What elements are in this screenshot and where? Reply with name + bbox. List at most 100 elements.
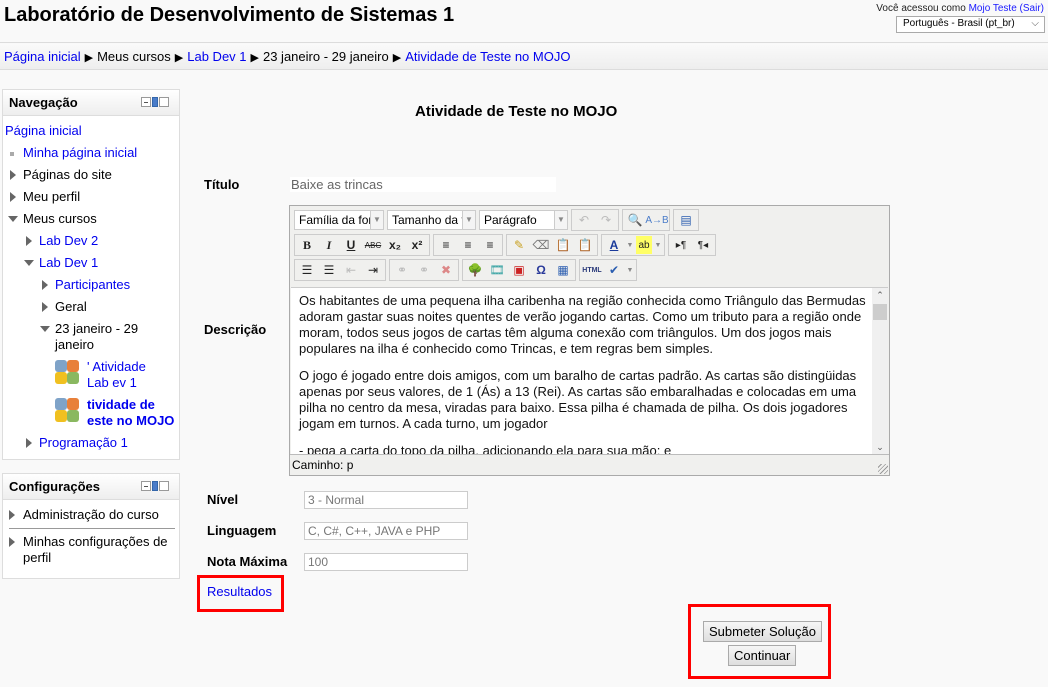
special-char-omega-icon[interactable]: Ω: [531, 261, 551, 279]
highlight-color-icon[interactable]: ab: [636, 236, 652, 254]
paste-word-icon[interactable]: 📋: [575, 236, 595, 254]
nota-maxima-field[interactable]: 100: [304, 553, 468, 571]
outdent-icon[interactable]: ⇤: [341, 261, 361, 279]
collapse-icon[interactable]: [141, 97, 151, 107]
nav-item-label[interactable]: 23 janeiro - 29 janeiro: [55, 321, 138, 352]
logout-link[interactable]: (Sair): [1020, 3, 1044, 14]
nav-item-lab-dev-2[interactable]: Lab Dev 2: [5, 230, 179, 252]
user-profile-link[interactable]: Mojo Teste: [969, 3, 1017, 14]
align-center-icon[interactable]: ≡: [458, 236, 478, 254]
nav-item-activity-lab[interactable]: ' Atividade Lab ev 1: [5, 356, 171, 394]
nav-item-programacao-1[interactable]: Programação 1: [5, 432, 179, 454]
submit-solution-button[interactable]: Submeter Solução: [703, 621, 822, 642]
expand-arrow-icon[interactable]: [9, 537, 15, 547]
html-source-icon[interactable]: HTML: [582, 261, 602, 279]
dock-frame-icon[interactable]: [159, 97, 169, 107]
breadcrumb-course[interactable]: Lab Dev 1: [187, 49, 246, 64]
chevron-down-icon[interactable]: ▼: [626, 261, 634, 279]
remove-format-eraser-icon[interactable]: ⌫: [531, 236, 551, 254]
nav-item-label[interactable]: Página inicial: [5, 123, 82, 138]
chevron-down-icon[interactable]: ▼: [626, 236, 634, 254]
collapse-arrow-icon[interactable]: [24, 260, 34, 266]
bullet-list-icon[interactable]: ☰: [297, 261, 317, 279]
redo-icon[interactable]: ↷: [596, 211, 616, 229]
settings-item-profile-settings[interactable]: Minhas configurações de perfil: [3, 531, 173, 569]
insert-table-icon[interactable]: ▦: [553, 261, 573, 279]
nav-item-activity-mojo[interactable]: tividade de este no MOJO: [5, 394, 175, 432]
scroll-up-icon[interactable]: ⌃: [872, 288, 888, 302]
nav-item-home[interactable]: Página inicial: [5, 120, 179, 142]
resize-grip-icon[interactable]: [878, 464, 888, 474]
undo-icon[interactable]: ↶: [574, 211, 594, 229]
nav-item-my-home[interactable]: Minha página inicial: [5, 142, 179, 164]
scrollbar-thumb[interactable]: [873, 304, 887, 320]
nav-item-participants[interactable]: Participantes: [5, 274, 179, 296]
breadcrumb-activity[interactable]: Atividade de Teste no MOJO: [405, 49, 570, 64]
nav-item-label[interactable]: Meus cursos: [23, 211, 97, 226]
nav-item-label[interactable]: tividade de este no MOJO: [87, 397, 174, 428]
underline-icon[interactable]: U: [341, 236, 361, 254]
bold-icon[interactable]: B: [297, 236, 317, 254]
nonbreaking-icon[interactable]: ▣: [509, 261, 529, 279]
collapse-icon[interactable]: [141, 481, 151, 491]
expand-arrow-icon[interactable]: [26, 438, 32, 448]
nav-item-lab-dev-1[interactable]: Lab Dev 1: [5, 252, 179, 274]
italic-icon[interactable]: I: [319, 236, 339, 254]
nav-item-site-pages[interactable]: Páginas do site: [5, 164, 179, 186]
nav-item-label[interactable]: Lab Dev 1: [39, 255, 98, 270]
language-select[interactable]: Português - Brasil (pt_br) ⌵: [896, 16, 1045, 33]
nav-item-label[interactable]: Meu perfil: [23, 189, 80, 204]
collapse-arrow-icon[interactable]: [8, 216, 18, 222]
strikethrough-icon[interactable]: ABC: [363, 236, 383, 254]
nav-item-profile[interactable]: Meu perfil: [5, 186, 179, 208]
editor-content-area[interactable]: Os habitantes de uma pequena ilha caribe…: [291, 287, 874, 454]
resultados-link[interactable]: Resultados: [207, 584, 272, 599]
dock-icon[interactable]: [152, 481, 158, 491]
nav-item-week[interactable]: 23 janeiro - 29 janeiro: [5, 318, 145, 356]
cleanup-brush-icon[interactable]: ✎: [509, 236, 529, 254]
settings-item-label[interactable]: Minhas configurações de perfil: [23, 534, 168, 565]
align-right-icon[interactable]: ≡: [480, 236, 500, 254]
chevron-down-icon[interactable]: ▼: [654, 236, 662, 254]
nav-item-label[interactable]: ' Atividade Lab ev 1: [87, 359, 146, 390]
text-color-icon[interactable]: A: [604, 236, 624, 254]
settings-item-label[interactable]: Administração do curso: [23, 507, 159, 522]
replace-icon[interactable]: A→B: [645, 211, 668, 229]
font-family-select[interactable]: Família da font ▼: [294, 210, 384, 230]
expand-arrow-icon[interactable]: [42, 280, 48, 290]
linguagem-field[interactable]: C, C#, C++, JAVA e PHP: [304, 522, 468, 540]
fullscreen-icon[interactable]: ▤: [676, 211, 696, 229]
nolink-icon[interactable]: ✖: [436, 261, 456, 279]
numbered-list-icon[interactable]: ☰: [319, 261, 339, 279]
font-size-select[interactable]: Tamanho da fo ▼: [387, 210, 476, 230]
insert-image-icon[interactable]: 🌳: [465, 261, 485, 279]
subscript-icon[interactable]: x₂: [385, 236, 405, 254]
continue-button[interactable]: Continuar: [728, 645, 797, 666]
titulo-field[interactable]: Baixe as trincas: [290, 177, 556, 192]
collapse-arrow-icon[interactable]: [40, 326, 50, 332]
nivel-field[interactable]: 3 - Normal: [304, 491, 468, 509]
settings-item-course-admin[interactable]: Administração do curso: [3, 504, 179, 526]
indent-icon[interactable]: ⇥: [363, 261, 383, 279]
nav-item-label[interactable]: Páginas do site: [23, 167, 112, 182]
dock-icon[interactable]: [152, 97, 158, 107]
nav-item-label[interactable]: Minha página inicial: [23, 145, 137, 160]
nav-item-my-courses[interactable]: Meus cursos: [5, 208, 179, 230]
expand-arrow-icon[interactable]: [10, 192, 16, 202]
nav-item-label[interactable]: Programação 1: [39, 435, 128, 450]
nav-item-label[interactable]: Lab Dev 2: [39, 233, 98, 248]
scroll-down-icon[interactable]: ⌄: [872, 440, 888, 454]
insert-media-icon[interactable]: 🎞: [487, 261, 507, 279]
expand-arrow-icon[interactable]: [26, 236, 32, 246]
expand-arrow-icon[interactable]: [10, 170, 16, 180]
paste-text-icon[interactable]: 📋: [553, 236, 573, 254]
unlink-icon[interactable]: ⚭: [414, 261, 434, 279]
breadcrumb-home[interactable]: Página inicial: [4, 49, 81, 64]
nav-item-label[interactable]: Participantes: [55, 277, 130, 292]
format-select[interactable]: Parágrafo ▼: [479, 210, 568, 230]
link-icon[interactable]: ⚭: [392, 261, 412, 279]
expand-arrow-icon[interactable]: [42, 302, 48, 312]
editor-scrollbar[interactable]: ⌃ ⌄: [872, 287, 888, 454]
dock-frame-icon[interactable]: [159, 481, 169, 491]
ltr-icon[interactable]: ▸¶: [671, 236, 691, 254]
